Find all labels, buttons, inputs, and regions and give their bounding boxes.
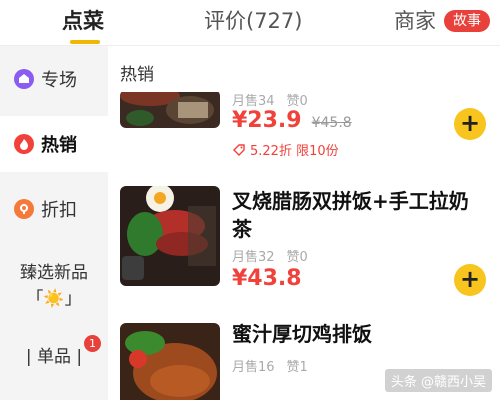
single-count-badge: 1 — [84, 335, 101, 352]
tab-order[interactable]: 点菜 — [62, 6, 104, 36]
menu-list[interactable]: 月售34 赞0 ¥23.9 ¥45.8 5.22折 限10份 + 热销 叉烧腊肠双拼… — [108, 46, 500, 400]
dish-image[interactable] — [120, 323, 220, 400]
tag-icon — [233, 143, 245, 156]
special-icon — [14, 69, 34, 89]
sidebar-item-new-products[interactable]: 臻选新品 「☀️」 — [0, 260, 108, 312]
sidebar-item-label: 热销 — [41, 135, 77, 156]
dish-image[interactable] — [120, 90, 220, 128]
flame-icon — [14, 134, 34, 154]
discount-info: 5.22折 限10份 — [232, 140, 339, 159]
tab-reviews[interactable]: 评价(727) — [204, 6, 302, 36]
section-title: 热销 — [120, 65, 154, 85]
sun-emoji-label: 「☀️」 — [26, 289, 82, 309]
dish-name: 叉烧腊肠双拼饭+手工拉奶茶 — [232, 189, 469, 241]
dish-image[interactable] — [120, 186, 220, 286]
sidebar-item-label: 臻选新品 — [20, 263, 88, 283]
add-to-cart-button[interactable]: + — [454, 108, 486, 140]
discount-icon — [14, 199, 34, 219]
sidebar-item-special[interactable]: 专场 — [0, 58, 108, 100]
section-header: 热销 — [108, 46, 500, 92]
price: ¥23.9 ¥45.8 — [232, 108, 352, 133]
sidebar-item-hot[interactable]: 热销 — [0, 116, 108, 172]
price: ¥43.8 — [232, 266, 302, 291]
sidebar-item-label: 专场 — [41, 70, 77, 91]
sales-info: 月售16 赞1 — [232, 360, 308, 375]
sidebar-item-discount[interactable]: 折扣 — [0, 188, 108, 230]
sidebar-item-label: 折扣 — [41, 200, 77, 221]
sales-info: 月售34 赞0 — [232, 94, 308, 109]
tab-active-indicator — [70, 40, 100, 44]
sales-info: 月售32 赞0 — [232, 250, 308, 265]
add-to-cart-button[interactable]: + — [454, 264, 486, 296]
watermark: 头条 @赣西小吴 — [384, 369, 492, 392]
original-price: ¥45.8 — [311, 115, 352, 131]
tab-merchant[interactable]: 商家 — [394, 6, 436, 36]
dish-name: 蜜汁厚切鸡排饭 — [232, 322, 372, 346]
story-badge[interactable]: 故事 — [444, 10, 490, 32]
top-tabs: 点菜 评价(727) 商家 故事 — [0, 0, 500, 46]
